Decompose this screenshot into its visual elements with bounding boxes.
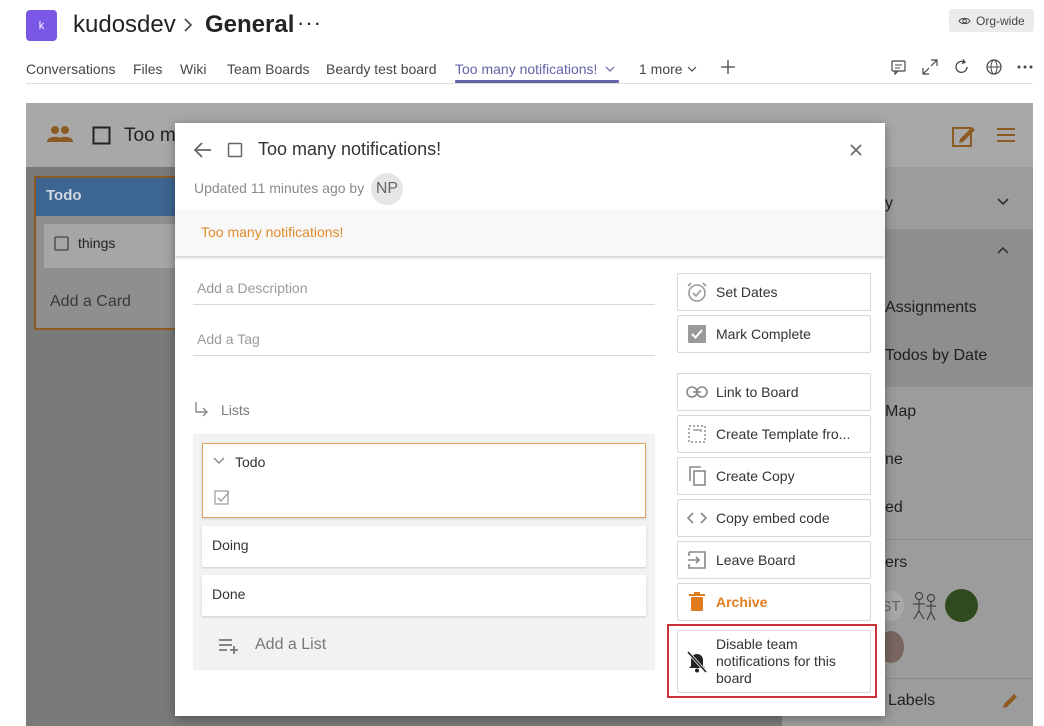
list-label: Doing xyxy=(212,537,249,553)
create-template-button[interactable]: Create Template fro... xyxy=(677,415,871,453)
list-label: Todo xyxy=(235,454,266,470)
tab-more[interactable]: 1 more xyxy=(639,60,683,78)
add-list-button[interactable]: Add a List xyxy=(255,636,326,654)
button-label: Create Template fro... xyxy=(716,425,851,442)
team-avatar[interactable]: k xyxy=(26,10,57,41)
tab-files[interactable]: Files xyxy=(133,60,163,78)
mark-complete-button[interactable]: Mark Complete xyxy=(677,315,871,353)
more-options-icon[interactable] xyxy=(1016,58,1034,76)
chevron-down-icon[interactable] xyxy=(212,455,226,467)
button-label: Archive xyxy=(716,593,768,610)
side-item: y xyxy=(885,195,893,212)
link-to-board-button[interactable]: Link to Board xyxy=(677,373,871,411)
tab-conversations[interactable]: Conversations xyxy=(26,60,116,78)
refresh-icon[interactable] xyxy=(953,58,971,76)
archive-button[interactable]: Archive xyxy=(677,583,871,621)
dialog-title[interactable]: Too many notifications! xyxy=(258,139,441,160)
chevron-down-icon[interactable] xyxy=(686,64,698,74)
exit-icon xyxy=(678,542,716,578)
leave-board-button[interactable]: Leave Board xyxy=(677,541,871,579)
divider xyxy=(26,83,1033,84)
chevron-down-icon xyxy=(996,196,1010,208)
button-label: Mark Complete xyxy=(716,325,811,342)
create-copy-button[interactable]: Create Copy xyxy=(677,457,871,495)
button-label: Set Dates xyxy=(716,283,778,300)
side-section-members: ers xyxy=(885,554,908,571)
channel-more-button[interactable]: ··· xyxy=(297,8,322,38)
add-tab-icon[interactable] xyxy=(720,59,736,75)
highlight-outline xyxy=(667,624,877,698)
globe-icon[interactable] xyxy=(985,58,1003,76)
edit-board-icon xyxy=(952,124,976,148)
copy-embed-code-button[interactable]: Copy embed code xyxy=(677,499,871,537)
member-avatar xyxy=(945,589,978,622)
tab-too-many-notifications[interactable]: Too many notifications! xyxy=(455,60,597,78)
close-icon[interactable] xyxy=(848,142,864,158)
checkbox-checked-icon[interactable] xyxy=(214,490,230,506)
pencil-icon xyxy=(1001,692,1019,710)
chat-icon[interactable] xyxy=(890,58,908,76)
chevron-up-icon xyxy=(996,245,1010,257)
link-icon xyxy=(678,374,716,410)
button-label: Link to Board xyxy=(716,383,799,400)
side-item: ed xyxy=(885,499,903,516)
subdirectory-arrow-icon xyxy=(193,401,211,419)
channel-name: General xyxy=(205,11,295,38)
side-item-assignments: Assignments xyxy=(885,299,977,316)
team-name[interactable]: kudosdev xyxy=(73,10,176,40)
check-box-icon xyxy=(678,316,716,352)
side-item: ne xyxy=(885,451,903,468)
chevron-right-icon xyxy=(181,14,195,36)
set-dates-button[interactable]: Set Dates xyxy=(677,273,871,311)
side-item-labels: Labels xyxy=(888,692,936,709)
menu-icon xyxy=(996,127,1016,143)
tab-wiki[interactable]: Wiki xyxy=(180,60,206,78)
board-checkbox-icon xyxy=(92,126,112,146)
eye-icon xyxy=(958,17,971,24)
description-placeholder: Add a Description xyxy=(197,280,308,296)
checkbox-icon xyxy=(54,236,69,251)
copy-icon xyxy=(678,458,716,494)
org-wide-badge[interactable]: Org-wide xyxy=(949,9,1034,32)
tag-input[interactable] xyxy=(193,326,655,356)
template-icon xyxy=(678,416,716,452)
stick-figures-avatar xyxy=(910,590,940,622)
playlist-add-icon[interactable] xyxy=(218,637,240,655)
list-item-todo[interactable] xyxy=(202,443,646,518)
trash-icon xyxy=(678,584,716,620)
side-item-map: Map xyxy=(885,403,917,420)
expand-icon[interactable] xyxy=(921,58,939,76)
board-column-title: Todo xyxy=(46,187,82,204)
code-icon xyxy=(678,500,716,536)
tag-placeholder: Add a Tag xyxy=(197,331,260,347)
card-title: things xyxy=(78,235,116,251)
chevron-down-icon[interactable] xyxy=(604,64,616,74)
updated-info: Updated 11 minutes ago by xyxy=(194,180,365,196)
lists-label: Lists xyxy=(221,402,250,418)
add-card-link: Add a Card xyxy=(50,293,131,310)
tab-beardy-test-board[interactable]: Beardy test board xyxy=(326,60,437,78)
list-item-doing[interactable] xyxy=(202,526,646,567)
button-label: Copy embed code xyxy=(716,509,830,526)
list-checkbox-icon[interactable] xyxy=(227,142,243,158)
side-item-todos-by-date: Todos by Date xyxy=(885,347,988,364)
list-item-done[interactable] xyxy=(202,575,646,616)
board-title: Too m xyxy=(124,125,176,146)
button-label: Create Copy xyxy=(716,467,795,484)
team-icon xyxy=(47,125,73,143)
tab-label: Too many notifications! xyxy=(455,61,598,77)
org-wide-label: Org-wide xyxy=(976,13,1025,28)
button-label: Leave Board xyxy=(716,551,796,568)
list-label: Done xyxy=(212,586,246,602)
notice-text: Too many notifications! xyxy=(201,224,344,240)
tab-team-boards[interactable]: Team Boards xyxy=(227,60,309,78)
back-arrow-icon[interactable] xyxy=(193,141,213,159)
avatar: NP xyxy=(371,173,403,205)
alarm-icon xyxy=(678,274,716,310)
